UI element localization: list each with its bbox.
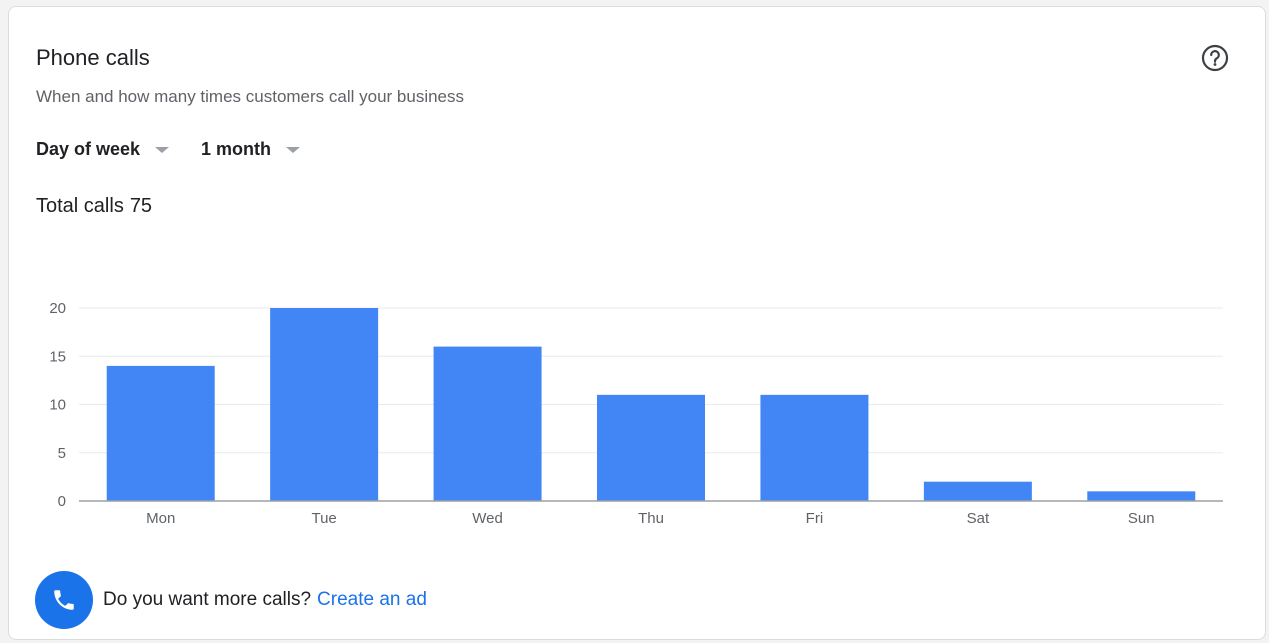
create-ad-link[interactable]: Create an ad (317, 589, 427, 611)
y-tick-label: 15 (49, 348, 66, 365)
y-tick-label: 10 (49, 397, 66, 414)
y-tick-label: 5 (58, 445, 66, 462)
y-tick-label: 20 (49, 300, 66, 317)
x-tick-label: Mon (146, 510, 175, 527)
cta-text: Do you want more calls? (103, 589, 312, 610)
bar-sat (923, 481, 1032, 501)
x-tick-label: Tue (311, 510, 336, 527)
phone-calls-card: Phone calls When and how many times cust… (8, 6, 1266, 640)
bar-tue (270, 308, 379, 501)
more-calls-cta: Do you want more calls? Create an ad (35, 571, 427, 629)
x-tick-label: Wed (472, 510, 503, 527)
x-tick-label: Thu (638, 510, 664, 527)
y-tick-label: 0 (58, 493, 66, 510)
bar-wed (433, 346, 542, 501)
bar-thu (597, 394, 705, 501)
x-tick-label: Sun (1128, 510, 1155, 527)
x-tick-label: Fri (806, 510, 824, 527)
bar-mon (106, 365, 215, 501)
phone-icon[interactable] (35, 571, 93, 629)
x-tick-label: Sat (967, 510, 990, 527)
calls-bar-chart: 0 5 10 15 20 Mon Tue Wed Thu Fri Sat Sun (49, 300, 1223, 527)
bar-sun (1087, 491, 1196, 501)
bar-fri (760, 394, 869, 501)
